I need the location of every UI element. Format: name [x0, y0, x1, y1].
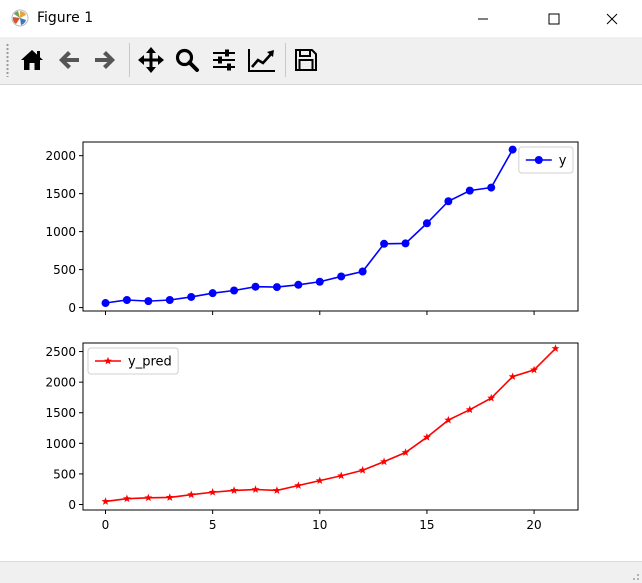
data-point [272, 283, 281, 292]
move-icon [138, 47, 164, 73]
data-point [422, 219, 431, 228]
x-tick-label: 15 [419, 518, 434, 532]
home-icon [21, 50, 43, 70]
data-point [508, 145, 517, 154]
figure-canvas[interactable]: 0 500 1000 1500 2000 y 0 500 1000 1500 2000 2500 0 5 1… [5, 85, 637, 561]
maximize-icon [548, 13, 560, 24]
y-tick-label: 1000 [45, 225, 76, 239]
x-tick-label: 5 [209, 518, 217, 532]
legend-label: y [559, 154, 567, 169]
x-tick-label: 20 [526, 518, 541, 532]
sliders-icon [213, 49, 235, 71]
status-bar [0, 561, 642, 583]
zoom-button[interactable] [170, 43, 204, 77]
data-point [337, 272, 346, 281]
y-tick-label: 500 [53, 467, 76, 481]
y-tick-label: 500 [53, 263, 76, 277]
minimize-button[interactable] [460, 0, 506, 37]
home-button[interactable] [15, 43, 49, 77]
figure-svg: 0 500 1000 1500 2000 y 0 500 1000 1500 2000 2500 0 5 1… [45, 141, 579, 532]
data-point [380, 239, 389, 248]
toolbar-separator [129, 43, 130, 77]
data-point [165, 295, 174, 304]
x-tick-label: 0 [102, 518, 110, 532]
close-button[interactable] [589, 0, 635, 37]
toolbar-separator [285, 43, 286, 77]
window-title: Figure 1 [37, 10, 94, 26]
legend-label: y_pred [128, 355, 172, 370]
floppy-disk-icon [295, 49, 317, 71]
save-button[interactable] [289, 43, 323, 77]
arrow-left-icon [59, 51, 79, 69]
data-point [251, 282, 260, 291]
y-tick-label: 2000 [45, 376, 76, 390]
configure-subplots-button[interactable] [207, 43, 241, 77]
data-point [315, 277, 324, 286]
y-tick-label: 1500 [45, 187, 76, 201]
legend-marker [534, 156, 543, 164]
x-tick-label: 10 [312, 518, 327, 532]
y-tick-label: 0 [68, 498, 76, 512]
y-tick-label: 1000 [45, 437, 76, 451]
pan-button[interactable] [134, 43, 168, 77]
line-chart-icon [248, 49, 275, 72]
data-point [101, 299, 110, 308]
data-point [187, 292, 196, 301]
data-point [444, 197, 453, 206]
toolbar-grip[interactable] [6, 43, 9, 77]
data-point [230, 286, 239, 295]
navigation-toolbar [0, 37, 642, 85]
back-button[interactable] [52, 43, 86, 77]
y-tick-label: 0 [68, 301, 76, 315]
title-bar: Figure 1 [0, 0, 642, 37]
data-point [465, 186, 474, 195]
y-tick-label: 2000 [45, 149, 76, 163]
maximize-button[interactable] [531, 0, 577, 37]
y-tick-label: 1500 [45, 406, 76, 420]
data-point [294, 280, 303, 289]
close-icon [606, 13, 618, 24]
arrow-right-icon [95, 51, 115, 69]
data-point [208, 289, 217, 298]
resize-grip-icon[interactable] [630, 571, 640, 581]
data-point [358, 267, 367, 276]
magnifier-icon [175, 48, 199, 72]
data-point [144, 297, 153, 306]
y-tick-label: 2500 [45, 345, 76, 359]
data-point [401, 239, 410, 248]
data-point [122, 295, 131, 304]
minimize-icon [478, 18, 488, 19]
edit-axes-button[interactable] [245, 43, 279, 77]
forward-button[interactable] [88, 43, 122, 77]
data-point [487, 183, 496, 192]
axes-frame [82, 141, 579, 312]
matplotlib-app-icon [11, 9, 29, 27]
